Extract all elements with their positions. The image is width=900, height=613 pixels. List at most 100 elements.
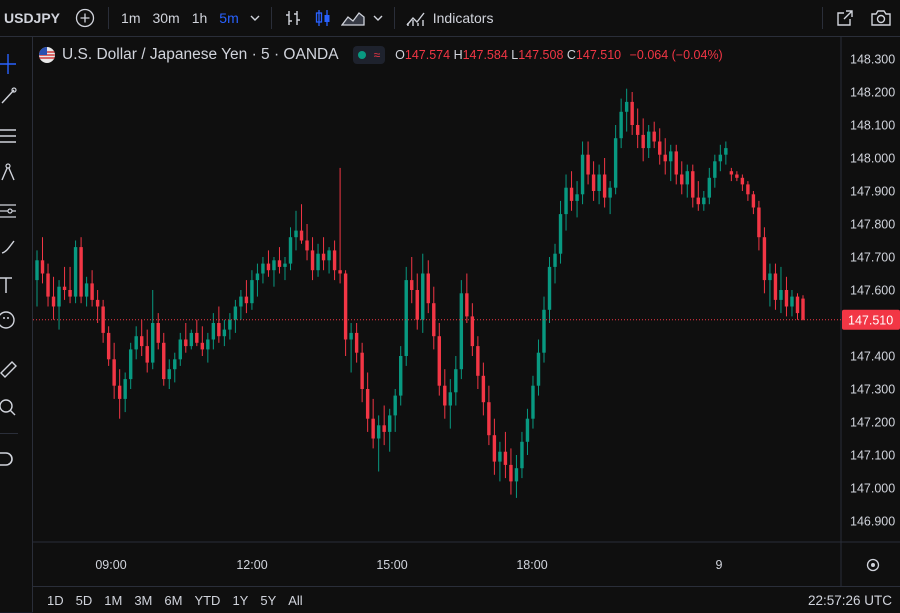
candle-body	[95, 299, 100, 307]
candle-body	[117, 385, 122, 399]
status-dot-icon	[357, 51, 366, 59]
chart-type-dropdown-button[interactable]	[368, 0, 388, 36]
candle-body	[751, 194, 756, 208]
candle-body	[531, 385, 535, 419]
bar-style-button[interactable]	[278, 0, 308, 36]
timeframe-5m[interactable]: 5m	[213, 0, 244, 36]
candle-body	[272, 260, 276, 271]
range-1y-button[interactable]: 1Y	[226, 593, 254, 608]
candle-body	[415, 290, 419, 320]
candle-body	[128, 349, 133, 380]
candle-body	[773, 273, 778, 300]
candle-body	[443, 385, 447, 406]
candle-body	[343, 273, 348, 340]
price-axis-tick-label: 147.400	[850, 350, 895, 364]
candle-body	[680, 174, 684, 185]
price-axis-tick-label: 147.100	[850, 449, 895, 463]
symbol-title[interactable]: U.S. Dollar / Japanese Yen · 5 · OANDA	[62, 46, 339, 64]
candle-body	[255, 273, 260, 281]
candle-body	[768, 273, 772, 281]
area-style-button[interactable]	[338, 0, 368, 36]
last-price-label: 147.510	[848, 314, 893, 328]
range-6m-button[interactable]: 6M	[158, 593, 188, 608]
zoom-in-icon[interactable]	[0, 398, 20, 418]
time-axis-tick-label: 15:00	[376, 558, 407, 572]
candle-body	[162, 342, 166, 380]
high-label: H	[453, 48, 463, 62]
range-all-button[interactable]: All	[282, 593, 308, 608]
candle-body	[106, 332, 111, 360]
price-axis-tick-label: 148.300	[850, 53, 895, 67]
timeframe-1h[interactable]: 1h	[186, 0, 214, 36]
candle-body	[713, 161, 717, 178]
price-axis-tick-label: 146.900	[850, 515, 895, 529]
candle-body	[200, 342, 205, 350]
utc-clock[interactable]: 22:57:26 UTC	[808, 593, 892, 608]
low-value: 147.508	[518, 48, 564, 62]
market-status-badge[interactable]: ≈	[352, 46, 386, 64]
trend-line-icon[interactable]	[0, 86, 20, 106]
candle-body	[448, 392, 453, 406]
candle-body	[426, 273, 430, 304]
candle-body	[437, 336, 441, 386]
magnet-icon[interactable]	[0, 449, 20, 469]
range-3m-button[interactable]: 3M	[128, 593, 158, 608]
candle-body	[746, 184, 750, 195]
candle-body	[520, 441, 524, 469]
candles-style-button[interactable]	[308, 0, 338, 36]
candle-body	[525, 418, 530, 442]
chart-pane[interactable]: 148.300 148.200 148.100 148.000 147.900 147.8…	[32, 37, 900, 612]
external-link-icon	[837, 10, 853, 26]
range-ytd-button[interactable]: YTD	[188, 593, 226, 608]
brush-icon[interactable]	[0, 237, 20, 257]
candle-body	[211, 323, 216, 340]
candle-body	[784, 290, 789, 307]
candle-body	[139, 336, 144, 347]
horizontal-lines-icon[interactable]	[0, 126, 20, 146]
indicators-icon	[406, 12, 425, 26]
price-axis-tick-label: 148.100	[850, 119, 895, 133]
candle-body	[68, 290, 72, 297]
fib-retracement-icon[interactable]	[0, 201, 20, 221]
range-1m-button[interactable]: 1M	[98, 593, 128, 608]
price-axis-tick-label: 147.800	[850, 218, 895, 232]
symbol-search-button[interactable]: USDJPY	[0, 0, 68, 36]
close-value: 147.510	[575, 48, 622, 62]
ruler-icon[interactable]	[0, 360, 20, 380]
candle-body	[101, 306, 105, 333]
indicators-button[interactable]: Indicators	[401, 0, 498, 36]
candle-body	[222, 329, 227, 337]
candle-body	[239, 296, 243, 307]
timeframe-1m[interactable]: 1m	[115, 0, 146, 36]
time-axis-tick-label: 12:00	[236, 558, 267, 572]
candle-body	[536, 352, 541, 386]
price-chart[interactable]: 148.300 148.200 148.100 148.000 147.900 147.8…	[33, 37, 900, 586]
emoji-icon[interactable]	[0, 310, 20, 330]
compare-add-button[interactable]	[68, 0, 102, 36]
pattern-icon[interactable]	[0, 163, 20, 183]
candle-body	[305, 240, 309, 251]
candle-body	[195, 332, 199, 343]
timeframe-30m[interactable]: 30m	[146, 0, 185, 36]
text-tool-icon[interactable]	[0, 275, 20, 295]
candle-body	[795, 296, 800, 314]
area-chart-icon	[340, 12, 365, 26]
candle-body	[134, 336, 138, 350]
candle-body	[387, 415, 392, 432]
range-5d-button[interactable]: 5D	[70, 593, 99, 608]
candle-body	[360, 352, 364, 389]
price-axis-tick-label: 147.900	[850, 185, 895, 199]
range-1d-button[interactable]: 1D	[41, 593, 70, 608]
candle-body	[575, 194, 579, 201]
candle-body	[696, 197, 701, 205]
candle-body	[465, 293, 469, 317]
candle-body	[547, 266, 552, 310]
crosshair-icon[interactable]	[0, 54, 20, 74]
candle-body	[724, 148, 728, 155]
snapshot-button[interactable]	[866, 0, 896, 36]
range-5y-button[interactable]: 5Y	[254, 593, 282, 608]
timeframe-dropdown-button[interactable]	[245, 0, 265, 36]
fullscreen-button[interactable]	[830, 0, 860, 36]
candle-body	[658, 141, 662, 155]
candle-body	[454, 369, 458, 393]
